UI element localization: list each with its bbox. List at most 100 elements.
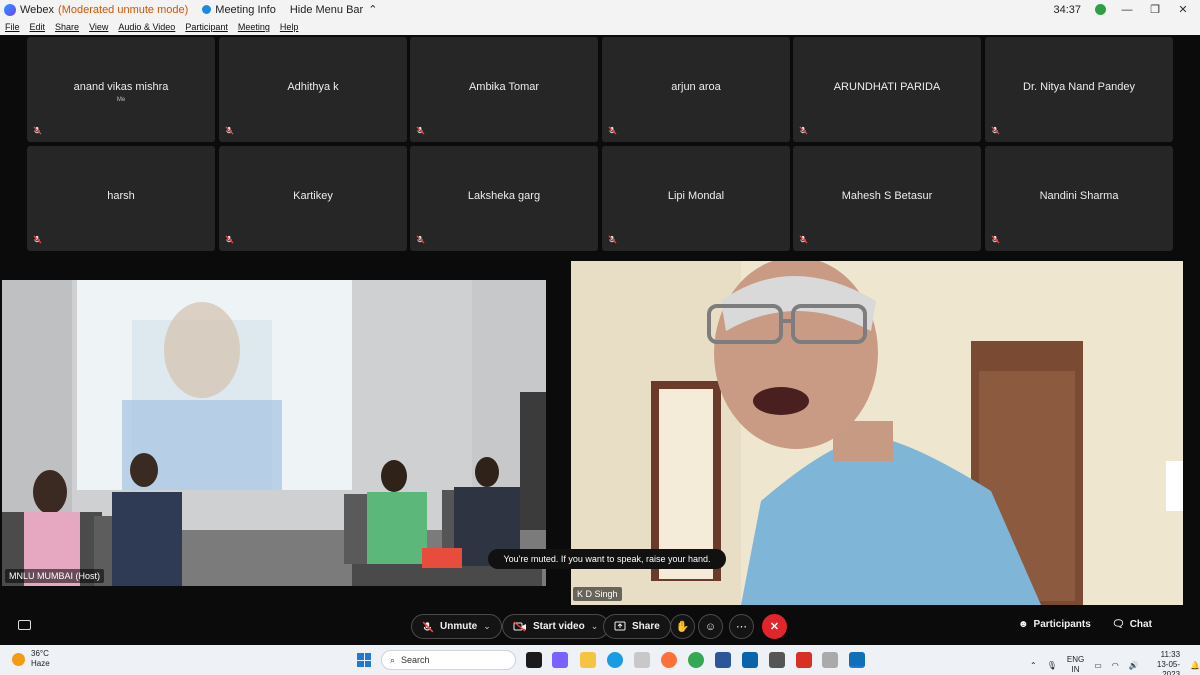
clock-date: 13-05-2023 <box>1156 660 1181 675</box>
search-placeholder: Search <box>401 655 430 665</box>
raise-hand-button[interactable]: ✋ <box>670 614 695 639</box>
file-explorer-icon[interactable] <box>580 652 596 668</box>
chevron-up-icon[interactable]: ⌃ <box>368 3 377 16</box>
muted-notification: You're muted. If you want to speak, rais… <box>488 549 726 569</box>
participant-name: Adhithya k <box>287 81 339 93</box>
webex-taskbar-icon[interactable] <box>849 652 865 668</box>
participant-name: Laksheka garg <box>467 190 541 202</box>
weather-widget[interactable]: 36°C Haze <box>12 649 50 669</box>
webex-logo-icon <box>4 3 16 16</box>
chat-label: Chat <box>1129 619 1152 630</box>
meeting-mode: (Moderated unmute mode) <box>58 3 189 16</box>
menu-participant[interactable]: Participant <box>185 22 228 32</box>
participant-tile[interactable]: Lipi Mondal <box>602 146 790 251</box>
notification-icon[interactable]: 🔔 <box>1190 661 1200 670</box>
captions-icon[interactable] <box>18 620 31 630</box>
participant-tile[interactable]: Dr. Nitya Nand Pandey <box>985 37 1173 142</box>
outlook-icon[interactable] <box>742 652 758 668</box>
close-icon: ✕ <box>769 621 780 633</box>
speaker-video-label: K D Singh <box>573 587 622 601</box>
chat-button[interactable]: 🗨 Chat <box>1112 619 1152 630</box>
connection-status-icon <box>1095 4 1106 15</box>
muted-mic-icon <box>416 235 425 244</box>
chevron-up-icon[interactable]: ⌃ <box>1030 661 1037 670</box>
taskbar: 36°C Haze ⌕ Search ⌃ 🎙 ENG IN ▭ ◠ 🔊 11:3… <box>0 645 1200 675</box>
participant-tile[interactable]: harsh <box>27 146 215 251</box>
share-icon <box>614 621 626 631</box>
edge-icon[interactable] <box>607 652 623 668</box>
teams-chat-icon[interactable] <box>552 652 568 668</box>
clock[interactable]: 11:33 13-05-2023 <box>1149 650 1180 675</box>
menu-audio-video[interactable]: Audio & Video <box>118 22 175 32</box>
reactions-button[interactable]: ☺ <box>698 614 723 639</box>
firefox-icon[interactable] <box>661 652 677 668</box>
language-indicator[interactable]: ENG IN <box>1067 655 1084 675</box>
taskbar-search[interactable]: ⌕ Search <box>381 650 516 670</box>
microphone-icon[interactable]: 🎙 <box>1047 661 1057 670</box>
participant-tile[interactable]: Adhithya k <box>219 37 407 142</box>
participant-tile[interactable]: Kartikey <box>219 146 407 251</box>
battery-icon[interactable]: ▭ <box>1094 661 1102 670</box>
muted-mic-icon <box>422 621 434 632</box>
unmute-label: Unmute <box>440 621 478 632</box>
chevron-down-icon[interactable]: ⌄ <box>591 621 599 632</box>
store-icon[interactable] <box>634 652 650 668</box>
more-icon: ⋯ <box>736 621 747 633</box>
unmute-button[interactable]: Unmute ⌄ <box>411 614 502 639</box>
app-name: Webex <box>20 3 55 16</box>
muted-mic-icon <box>608 126 617 135</box>
participant-tile[interactable]: anand vikas mishra Me <box>27 37 215 142</box>
leave-meeting-button[interactable]: ✕ <box>762 614 787 639</box>
menu-share[interactable]: Share <box>55 22 79 32</box>
clock-time: 11:33 <box>1160 650 1181 659</box>
participants-button[interactable]: ☻ Participants <box>1018 619 1091 630</box>
participant-name: Ambika Tomar <box>468 81 540 93</box>
start-video-button[interactable]: Start video ⌄ <box>502 614 610 639</box>
participant-name: arjun aroa <box>671 81 721 93</box>
participant-tile[interactable]: Mahesh S Betasur <box>793 146 981 251</box>
menu-view[interactable]: View <box>89 22 108 32</box>
muted-mic-icon <box>33 126 42 135</box>
menu-help[interactable]: Help <box>280 22 299 32</box>
start-video-label: Start video <box>533 621 585 632</box>
menu-meeting[interactable]: Meeting <box>238 22 270 32</box>
participant-tile[interactable]: Laksheka garg <box>410 146 598 251</box>
wifi-icon[interactable]: ◠ <box>1112 661 1119 670</box>
restore-button[interactable]: ❐ <box>1148 3 1162 16</box>
word-icon[interactable] <box>715 652 731 668</box>
participant-me-label: Me <box>116 97 126 103</box>
participant-tile[interactable]: Ambika Tomar <box>410 37 598 142</box>
language-code: ENG <box>1066 655 1085 664</box>
muted-mic-icon <box>225 235 234 244</box>
chrome-icon[interactable] <box>688 652 704 668</box>
host-video[interactable]: MNLU MUMBAI (Host) <box>2 280 546 586</box>
menu-file[interactable]: File <box>5 22 20 32</box>
windows-start-icon[interactable] <box>357 653 371 667</box>
share-label: Share <box>632 621 660 632</box>
muted-mic-icon <box>33 235 42 244</box>
task-view-icon[interactable] <box>526 652 542 668</box>
volume-icon[interactable]: 🔊 <box>1129 661 1139 670</box>
acrobat-icon[interactable] <box>796 652 812 668</box>
temperature: 36°C <box>31 649 49 658</box>
participant-name: ARUNDHATI PARIDA <box>833 81 941 93</box>
menu-edit[interactable]: Edit <box>30 22 46 32</box>
more-options-button[interactable]: ⋯ <box>729 614 754 639</box>
app-icon[interactable] <box>769 652 785 668</box>
participant-tile[interactable]: arjun aroa <box>602 37 790 142</box>
minimize-button[interactable]: — <box>1120 4 1134 16</box>
participant-tile[interactable]: ARUNDHATI PARIDA <box>793 37 981 142</box>
meeting-controls: Unmute ⌄ Start video ⌄ Share ✋ ☺ ⋯ ✕ ☻ P… <box>0 609 1200 645</box>
menu-bar: File Edit Share View Audio & Video Parti… <box>0 19 1200 35</box>
chevron-down-icon[interactable]: ⌄ <box>483 621 491 632</box>
hide-menu-bar-button[interactable]: Hide Menu Bar <box>290 4 363 16</box>
close-button[interactable]: ✕ <box>1176 3 1190 16</box>
smiley-icon: ☺ <box>704 620 717 633</box>
participant-name: Dr. Nitya Nand Pandey <box>1023 81 1135 93</box>
host-video-label: MNLU MUMBAI (Host) <box>5 569 105 583</box>
participant-tile[interactable]: Nandini Sharma <box>985 146 1173 251</box>
share-button[interactable]: Share <box>603 614 671 639</box>
app-icon[interactable] <box>822 652 838 668</box>
participant-name: Nandini Sharma <box>1039 190 1119 202</box>
meeting-info-button[interactable]: Meeting Info <box>215 4 276 16</box>
